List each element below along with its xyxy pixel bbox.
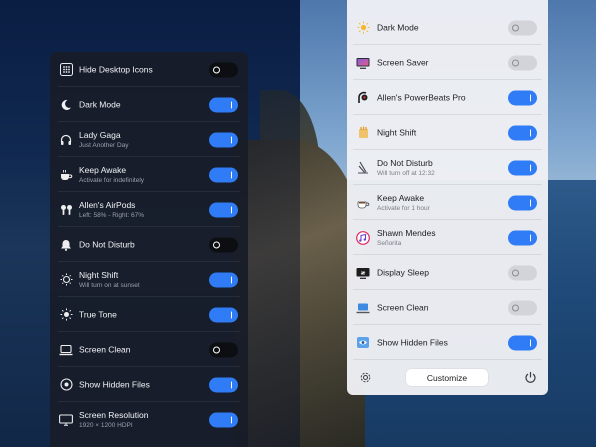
coffee-icon [356,196,370,210]
music-icon [356,230,370,245]
dark-item-screen-clean[interactable]: Screen Clean [50,332,248,367]
dark-item-hide-desktop-icons[interactable]: Hide Desktop Icons [50,52,248,87]
coffee-icon [59,168,73,182]
item-subtitle: Will turn off at 12:32 [377,169,435,177]
item-title: Show Hidden Files [79,379,150,389]
eye-icon [59,378,73,392]
item-title: Shawn Mendes [377,227,436,238]
toggle-switch[interactable] [209,202,238,217]
item-title: True Tone [79,309,117,319]
item-title: Allen's AirPods [79,199,136,210]
item-subtitle: 1920 × 1200 HDPI [79,421,133,429]
toggle-switch[interactable] [508,265,537,280]
toggle-switch[interactable] [209,307,238,322]
toggle-switch[interactable] [508,55,537,70]
toggle-switch[interactable] [209,377,238,392]
customize-button[interactable]: Customize [406,369,488,386]
dark-item-do-not-disturb[interactable]: Do Not Disturb [50,227,248,262]
item-title: Dark Mode [79,99,121,109]
light-item-keep-awake[interactable]: Keep Awake Activate for 1 hour [347,185,548,220]
item-title: Do Not Disturb [79,239,135,249]
toggle-switch[interactable] [508,20,537,35]
light-menu-panel: Dark Mode Screen Saver Allen's PowerBeat… [347,0,548,395]
laptop-icon [59,343,73,357]
moon-icon [356,161,370,175]
dark-item-night-shift[interactable]: Night Shift Will turn on at sunset [50,262,248,297]
grid-icon [59,63,73,77]
light-item-show-hidden-files[interactable]: Show Hidden Files [347,325,548,360]
dark-item-screen-resolution[interactable]: Screen Resolution 1920 × 1200 HDPI [50,402,248,437]
toggle-switch[interactable] [508,125,537,140]
earbud-icon [356,91,370,105]
light-item-dark-mode[interactable]: Dark Mode [347,10,548,45]
dark-item-keep-awake[interactable]: Keep Awake Activate for indefinitely [50,157,248,192]
item-subtitle: Left: 58% - Right: 67% [79,211,145,219]
dark-item-true-tone[interactable]: True Tone [50,297,248,332]
laptop-icon [356,301,370,315]
item-subtitle: Activate for indefinitely [79,176,145,184]
gear-icon[interactable] [358,370,372,384]
moon-icon [59,98,73,112]
dark-item-now-playing[interactable]: Lady Gaga Just Another Day [50,122,248,157]
item-title: Allen's PowerBeats Pro [377,92,466,102]
item-title: Screen Clean [377,302,429,312]
screen-saver-icon [356,56,370,70]
item-subtitle: Will turn on at sunset [79,281,140,289]
toggle-switch[interactable] [209,272,238,287]
item-subtitle: Señorita [377,239,402,247]
item-subtitle: Activate for 1 hour [377,204,430,212]
item-title: Screen Saver [377,57,429,67]
toggle-switch[interactable] [209,97,238,112]
light-item-screen-saver[interactable]: Screen Saver [347,45,548,80]
toggle-switch[interactable] [209,167,238,182]
night-shift-icon [356,126,370,140]
light-item-do-not-disturb[interactable]: Do Not Disturb Will turn off at 12:32 [347,150,548,185]
sun-moon-icon [356,21,370,35]
toggle-switch[interactable] [508,230,537,245]
dark-item-airpods[interactable]: Allen's AirPods Left: 58% - Right: 67% [50,192,248,227]
night-shift-icon [59,273,73,287]
light-item-powerbeats[interactable]: Allen's PowerBeats Pro [347,80,548,115]
sun-icon [59,308,73,322]
dark-item-show-hidden-files[interactable]: Show Hidden Files [50,367,248,402]
item-title: Keep Awake [79,164,127,175]
toggle-switch[interactable] [508,300,537,315]
item-title: Do Not Disturb [377,157,433,168]
toggle-switch[interactable] [209,132,238,147]
item-title: Keep Awake [377,192,425,203]
light-item-now-playing[interactable]: Shawn Mendes Señorita [347,220,548,255]
toggle-switch[interactable] [209,237,238,252]
eye-icon [356,336,370,350]
toggle-switch[interactable] [508,90,537,105]
display-icon [59,413,73,427]
bell-icon [59,238,73,252]
item-title: Lady Gaga [79,129,121,140]
light-item-display-sleep[interactable]: Display Sleep [347,255,548,290]
item-title: Screen Clean [79,344,131,354]
item-title: Display Sleep [377,267,429,277]
toggle-switch[interactable] [209,412,238,427]
display-sleep-icon [356,266,370,280]
item-title: Night Shift [377,127,417,137]
power-icon[interactable] [523,370,537,384]
toggle-switch[interactable] [209,62,238,77]
toggle-switch[interactable] [209,342,238,357]
toggle-switch[interactable] [508,160,537,175]
toggle-switch[interactable] [508,335,537,350]
item-title: Show Hidden Files [377,337,448,347]
light-item-screen-clean[interactable]: Screen Clean [347,290,548,325]
panel-footer: Customize [347,360,548,395]
item-title: Dark Mode [377,22,419,32]
item-title: Hide Desktop Icons [79,64,153,74]
item-subtitle: Just Another Day [79,141,129,149]
item-title: Screen Resolution [79,409,149,420]
item-title: Night Shift [79,269,119,280]
dark-menu-panel: Hide Desktop Icons Dark Mode Lady Gaga J… [50,52,248,447]
toggle-switch[interactable] [508,195,537,210]
airpods-icon [59,203,73,217]
light-item-night-shift[interactable]: Night Shift [347,115,548,150]
dark-item-dark-mode[interactable]: Dark Mode [50,87,248,122]
headphones-icon [59,133,73,147]
